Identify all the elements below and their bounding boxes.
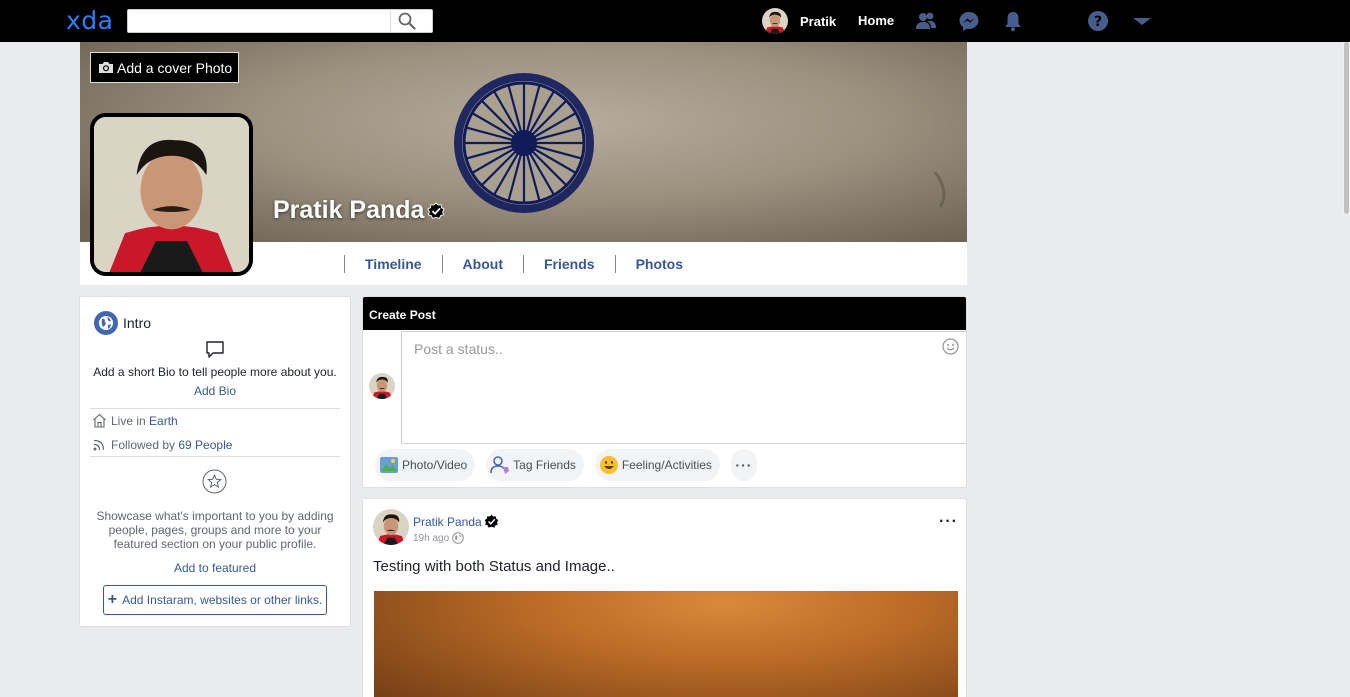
search-button[interactable] — [398, 12, 422, 30]
search-bar — [127, 9, 433, 33]
add-to-featured-link[interactable]: Add to featured — [80, 561, 350, 575]
feed-post: Pratik Panda 19h ago ··· Testing with bo… — [362, 498, 967, 697]
intro-divider — [90, 456, 340, 457]
tag-friends-button[interactable]: Tag Friends — [486, 449, 584, 481]
live-in-label: Live in — [111, 413, 146, 428]
globe-icon — [94, 311, 118, 335]
status-input[interactable] — [401, 331, 966, 444]
intro-divider — [90, 408, 340, 409]
scrollbar-thumb[interactable] — [1344, 42, 1349, 214]
verified-badge-icon — [484, 514, 498, 528]
create-post-header: Create Post — [363, 297, 966, 330]
post-options-button[interactable]: ··· — [939, 513, 958, 531]
live-in-row: Live in Earth — [92, 413, 178, 428]
post-author[interactable]: Pratik Panda — [413, 514, 499, 529]
bio-prompt: Add a short Bio to tell people more abou… — [93, 365, 337, 379]
help-icon[interactable]: ? — [1087, 10, 1109, 32]
dropdown-icon[interactable] — [1131, 10, 1153, 32]
home-icon — [93, 413, 106, 428]
composer-actions: Photo/Video Tag Friends Feeling/Activiti… — [375, 449, 768, 481]
photo-video-button[interactable]: Photo/Video — [375, 449, 476, 481]
page-scrollbar[interactable] — [1343, 42, 1350, 214]
verified-badge-icon — [427, 201, 446, 219]
search-icon — [398, 12, 416, 30]
profile-name-text: Pratik Panda — [273, 196, 425, 224]
create-post-card: Create Post Photo/Video Tag Friends — [362, 296, 967, 488]
search-divider — [390, 10, 391, 32]
xda-logo[interactable]: xda — [66, 6, 113, 35]
profile-tabs: Timeline About Friends Photos — [344, 255, 703, 273]
add-bio-link[interactable]: Add Bio — [80, 384, 350, 398]
tab-about[interactable]: About — [441, 255, 523, 273]
post-image[interactable] — [374, 591, 958, 697]
tab-timeline[interactable]: Timeline — [344, 255, 442, 273]
featured-description: Showcase what's important to you by addi… — [96, 509, 334, 551]
followers-row: Followed by 69 People — [92, 437, 232, 452]
add-cover-photo-button[interactable]: Add a cover Photo — [90, 52, 240, 83]
followed-by-label: Followed by — [111, 437, 176, 452]
intro-title: Intro — [123, 315, 152, 331]
tab-photos[interactable]: Photos — [614, 255, 703, 273]
add-links-label: Add Instaram, websites or other links. — [122, 593, 323, 607]
feeling-activities-button[interactable]: Feeling/Activities — [594, 449, 720, 481]
nav-profile-link[interactable]: Pratik — [762, 6, 836, 36]
emoji-icon[interactable] — [942, 338, 959, 355]
nav-home-link[interactable]: Home — [858, 13, 894, 28]
profile-picture[interactable] — [90, 113, 253, 276]
post-timestamp: 19h ago — [413, 532, 464, 544]
tab-friends[interactable]: Friends — [522, 255, 615, 273]
more-options-button[interactable]: ··· — [730, 449, 757, 481]
intro-header: Intro — [94, 311, 151, 335]
public-globe-icon — [452, 532, 464, 544]
speech-bubble-icon — [206, 341, 224, 358]
intro-card: Intro Add a short Bio to tell people mor… — [79, 296, 351, 627]
plus-icon: + — [107, 591, 118, 608]
search-input[interactable] — [128, 10, 390, 32]
post-author-name: Pratik Panda — [413, 514, 482, 529]
nav-avatar — [762, 8, 788, 34]
profile-header: Add a cover Photo Pratik Panda Timeline … — [80, 42, 967, 285]
add-links-button[interactable]: + Add Instaram, websites or other links. — [103, 585, 327, 615]
svg-text:?: ? — [1094, 14, 1102, 30]
post-time-text[interactable]: 19h ago — [413, 533, 449, 544]
feeling-icon — [599, 456, 618, 474]
followers-count-link[interactable]: 69 People — [178, 438, 232, 452]
post-author-avatar[interactable] — [373, 509, 409, 545]
tag-friends-icon — [490, 456, 510, 474]
camera-icon — [99, 62, 113, 73]
notifications-icon[interactable] — [1002, 10, 1024, 32]
rss-icon — [93, 439, 105, 451]
composer-avatar — [369, 373, 395, 399]
top-navbar: xda Pratik Home ? — [0, 0, 1350, 42]
friends-icon[interactable] — [915, 10, 937, 32]
tag-friends-label: Tag Friends — [513, 458, 576, 472]
star-icon — [202, 469, 227, 494]
post-text: Testing with both Status and Image.. — [373, 558, 615, 575]
photo-video-label: Photo/Video — [402, 458, 468, 472]
profile-name: Pratik Panda — [273, 196, 446, 225]
add-cover-label: Add a cover Photo — [117, 59, 233, 76]
nav-user-name: Pratik — [800, 13, 837, 29]
feeling-label: Feeling/Activities — [621, 458, 712, 472]
live-in-place[interactable]: Earth — [149, 414, 178, 428]
photo-icon — [380, 457, 398, 473]
messenger-icon[interactable] — [958, 10, 980, 32]
